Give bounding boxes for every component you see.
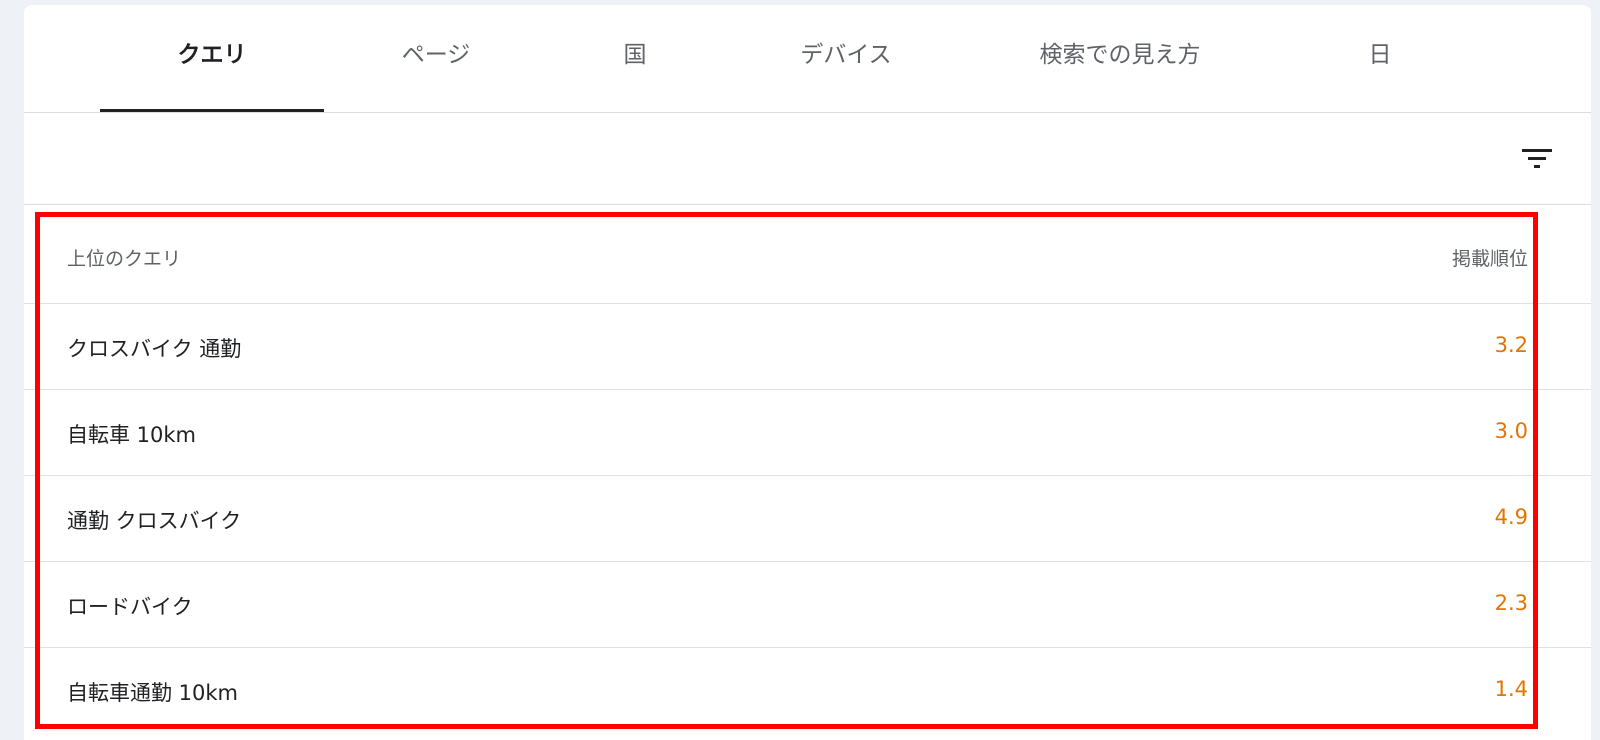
tab-countries[interactable]: 国	[548, 5, 722, 112]
tab-label: ページ	[401, 42, 471, 68]
tab-queries[interactable]: クエリ	[100, 5, 324, 112]
column-header-query[interactable]: 上位のクエリ	[67, 244, 181, 271]
filter-icon	[1522, 149, 1552, 168]
query-cell: 通勤 クロスバイク	[67, 509, 242, 533]
queries-table: 上位のクエリ 掲載順位 クロスバイク 通勤 3.2 自転車 10km 3.0 通…	[24, 212, 1591, 733]
performance-card: クエリ ページ 国 デバイス 検索での見え方 日 上位のクエリ 掲載順位 クロス…	[24, 5, 1591, 740]
tab-label: クエリ	[177, 42, 247, 68]
query-cell: 自転車通勤 10km	[67, 681, 239, 705]
tab-pages[interactable]: ページ	[324, 5, 548, 112]
table-row[interactable]: 自転車通勤 10km 1.4	[24, 648, 1591, 733]
query-cell: クロスバイク 通勤	[67, 337, 242, 361]
active-tab-indicator	[100, 109, 324, 112]
position-cell: 3.2	[1494, 333, 1528, 357]
table-row[interactable]: 自転車 10km 3.0	[24, 390, 1591, 476]
tab-search-appearance[interactable]: 検索での見え方	[970, 5, 1270, 112]
position-cell: 2.3	[1494, 591, 1528, 615]
filter-button[interactable]	[1519, 141, 1555, 177]
query-cell: 自転車 10km	[67, 423, 197, 447]
position-cell: 3.0	[1494, 419, 1528, 443]
table-header: 上位のクエリ 掲載順位	[24, 212, 1591, 304]
query-cell: ロードバイク	[67, 595, 193, 619]
tab-devices[interactable]: デバイス	[722, 5, 970, 112]
tab-label: 国	[623, 42, 647, 68]
position-cell: 1.4	[1494, 677, 1528, 701]
table-row[interactable]: 通勤 クロスバイク 4.9	[24, 476, 1591, 562]
tab-label: 検索での見え方	[1039, 42, 1201, 68]
table-row[interactable]: クロスバイク 通勤 3.2	[24, 304, 1591, 390]
tab-dates[interactable]: 日	[1270, 5, 1490, 112]
tab-label: 日	[1368, 42, 1392, 68]
table-row[interactable]: ロードバイク 2.3	[24, 562, 1591, 648]
tab-label: デバイス	[800, 42, 892, 68]
tab-bar: クエリ ページ 国 デバイス 検索での見え方 日	[24, 5, 1591, 113]
column-header-position[interactable]: 掲載順位	[1452, 244, 1528, 271]
table-toolbar	[24, 113, 1591, 205]
position-cell: 4.9	[1494, 505, 1528, 529]
